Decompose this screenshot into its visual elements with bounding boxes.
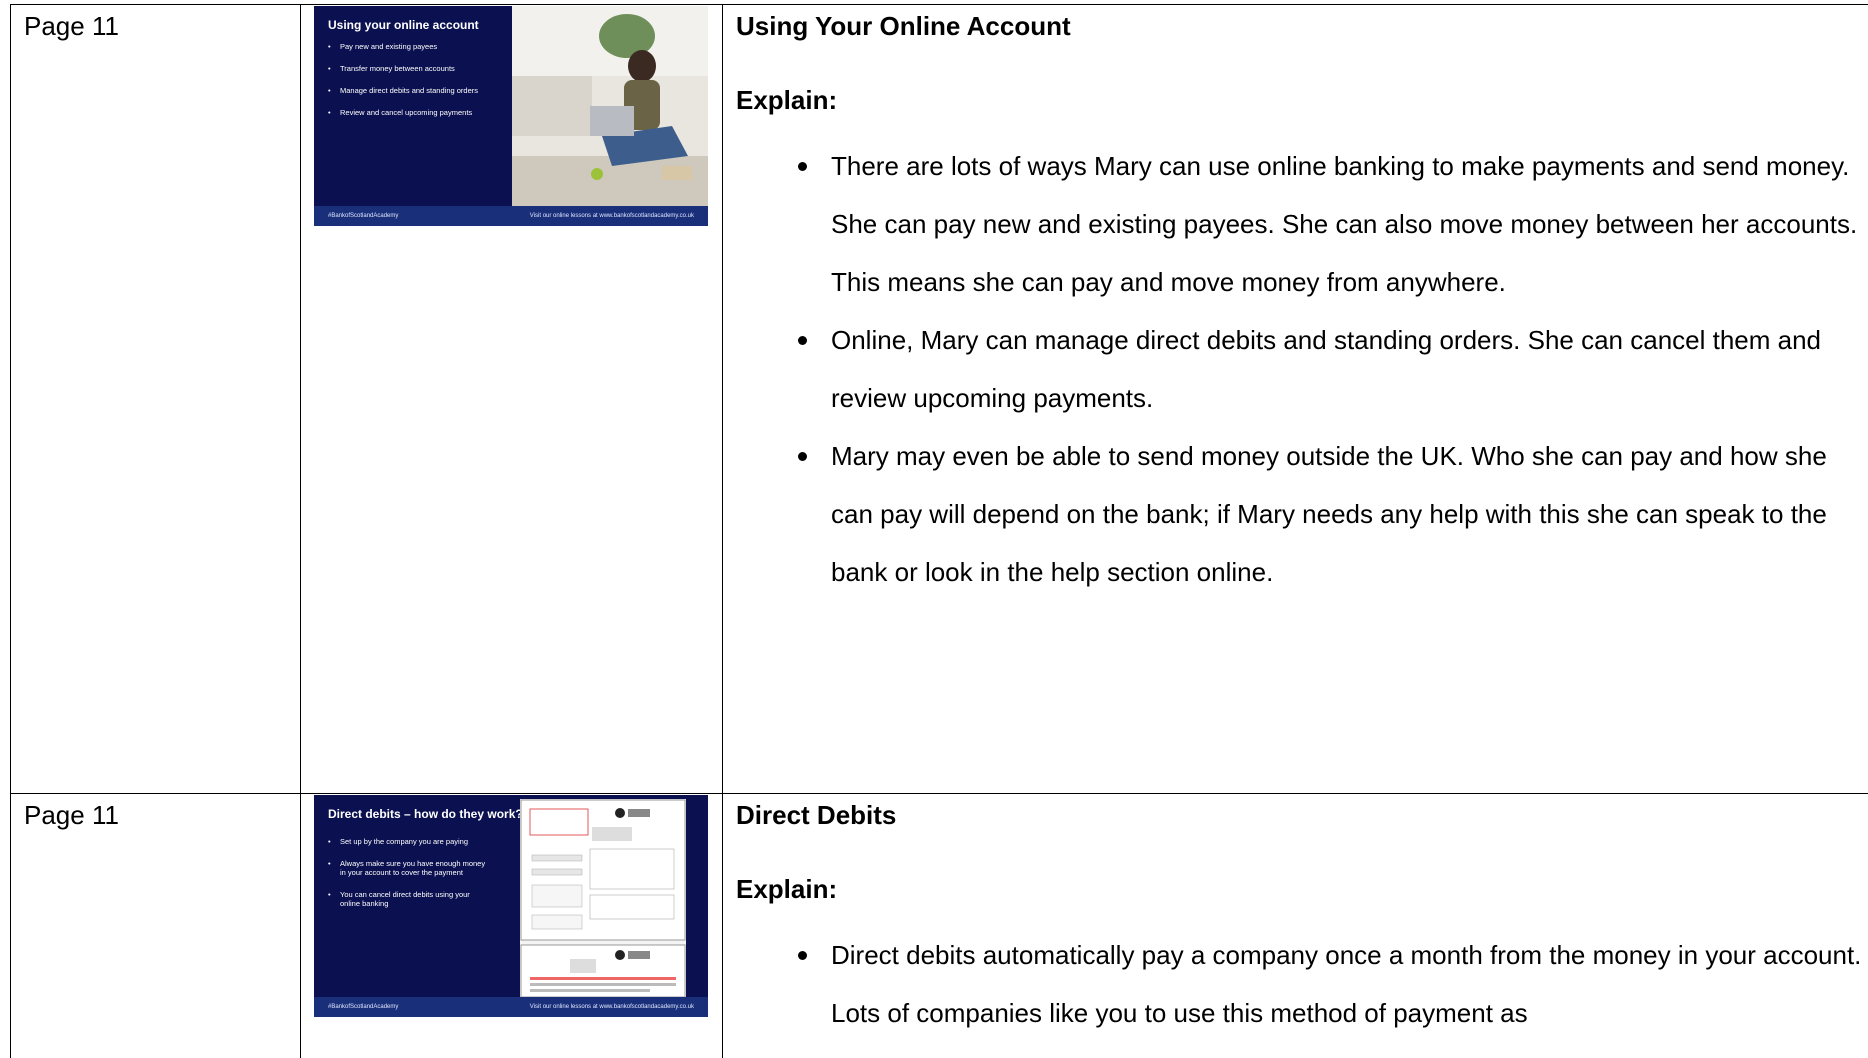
column-divider <box>722 794 723 1058</box>
slide-bullet: Set up by the company you are paying <box>328 837 488 846</box>
explain-point: Online, Mary can manage direct debits an… <box>736 311 1866 427</box>
page-reference: Page 11 <box>24 11 119 41</box>
lesson-table: Page 11 Using your online account Pay ne… <box>0 0 1868 1058</box>
column-divider <box>10 5 11 794</box>
slide-bullet: You can cancel direct debits using your … <box>328 890 488 908</box>
column-divider <box>300 5 301 794</box>
page-reference: Page 11 <box>24 800 119 830</box>
direct-debit-form-image <box>520 799 686 997</box>
slide-footer: #BankofScotlandAcademy Visit our online … <box>314 997 708 1017</box>
slide-hashtag: #BankofScotlandAcademy <box>328 213 399 219</box>
slide-bullet: Transfer money between accounts <box>328 64 518 73</box>
section-heading: Using Your Online Account <box>736 11 1071 41</box>
table-row: Page 11 Direct debits – how do they work… <box>10 793 1868 1058</box>
explain-points: There are lots of ways Mary can use onli… <box>736 137 1866 601</box>
slide-bullet-list: Set up by the company you are paying Alw… <box>328 837 488 921</box>
slide-bullet: Pay new and existing payees <box>328 42 518 51</box>
table-row: Page 11 Using your online account Pay ne… <box>10 4 1868 794</box>
slide-bullet: Review and cancel upcoming payments <box>328 108 518 117</box>
slide-hashtag: #BankofScotlandAcademy <box>328 1004 399 1010</box>
explain-point: Direct debits automatically pay a compan… <box>736 926 1866 1042</box>
slide-bullet-list: Pay new and existing payees Transfer mon… <box>328 42 518 130</box>
notes-cell: Using Your Online Account Explain: There… <box>736 9 1866 601</box>
explain-point: Mary may even be able to send money outs… <box>736 427 1866 601</box>
column-divider <box>722 5 723 794</box>
explain-label: Explain: <box>736 85 838 115</box>
slide-footer: #BankofScotlandAcademy Visit our online … <box>314 206 708 226</box>
slide-thumbnail: Using your online account Pay new and ex… <box>314 6 708 226</box>
slide-title: Using your online account <box>328 18 479 32</box>
column-divider <box>300 794 301 1058</box>
slide-website: Visit our online lessons at www.bankofsc… <box>529 1004 694 1010</box>
slide-title: Direct debits – how do they work? <box>328 807 523 821</box>
column-divider <box>10 794 11 1058</box>
slide-bullet: Always make sure you have enough money i… <box>328 859 488 877</box>
person-with-laptop-photo <box>512 6 708 206</box>
section-heading: Direct Debits <box>736 800 897 830</box>
explain-points: Direct debits automatically pay a compan… <box>736 926 1866 1042</box>
explain-label: Explain: <box>736 874 838 904</box>
slide-thumbnail: Direct debits – how do they work? Set up… <box>314 795 708 1017</box>
slide-website: Visit our online lessons at www.bankofsc… <box>529 213 694 219</box>
notes-cell: Direct Debits Explain: Direct debits aut… <box>736 798 1866 1042</box>
explain-point: There are lots of ways Mary can use onli… <box>736 137 1866 311</box>
slide-bullet: Manage direct debits and standing orders <box>328 86 518 95</box>
